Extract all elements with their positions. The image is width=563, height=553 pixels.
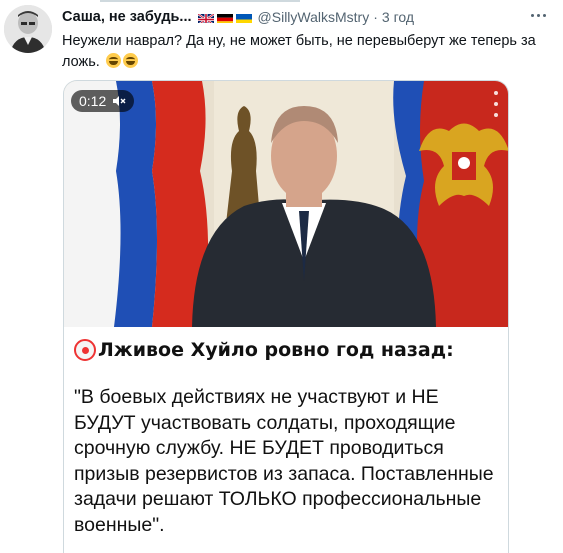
ukraine-flag-icon — [235, 12, 252, 23]
more-dot-icon — [530, 13, 534, 17]
grinning-sweat-emoji-icon — [105, 53, 121, 68]
caption-title: Лживое Хуйло ровно год назад: — [74, 339, 454, 361]
options-dot-icon — [494, 113, 498, 117]
clown-face-icon — [74, 339, 96, 361]
video-duration-badge: 0:12 — [71, 90, 135, 112]
more-options-button[interactable] — [527, 7, 549, 23]
thread-divider — [0, 0, 563, 3]
muted-speaker-icon[interactable] — [112, 95, 126, 107]
caption-quote: "В боевых действиях не участвуют и НЕ БУ… — [74, 386, 494, 536]
avatar-image — [4, 5, 52, 53]
tweet-text: Неужели наврал? Да ну, не может быть, не… — [62, 31, 552, 73]
divider-segment — [100, 0, 300, 2]
timestamp[interactable]: 3 год — [382, 9, 414, 25]
meta-separator: · — [373, 9, 378, 25]
video-duration: 0:12 — [79, 93, 107, 109]
user-handle[interactable]: @SillyWalksMstry — [258, 9, 370, 25]
more-dot-icon — [536, 13, 540, 17]
video-player[interactable]: 0:12 — [64, 81, 508, 327]
display-name[interactable]: Саша, не забудь... — [62, 9, 192, 25]
tweet-header: Саша, не забудь... @SillyWalksMstry · 3 … — [62, 7, 414, 27]
video-options-button[interactable] — [493, 91, 499, 117]
media-card[interactable]: 0:12 Лживое Хуйло ровно год назад: "В бо… — [63, 80, 509, 553]
grinning-sweat-emoji-icon — [122, 53, 138, 68]
more-dot-icon — [542, 13, 546, 17]
germany-flag-icon — [216, 12, 233, 23]
uk-flag-icon — [197, 12, 214, 23]
avatar[interactable] — [4, 5, 52, 53]
flag-emojis — [197, 12, 252, 23]
options-dot-icon — [494, 102, 498, 106]
caption-title-text: Лживое Хуйло ровно год назад: — [98, 339, 454, 361]
options-dot-icon — [494, 91, 498, 95]
video-frame — [64, 81, 508, 327]
